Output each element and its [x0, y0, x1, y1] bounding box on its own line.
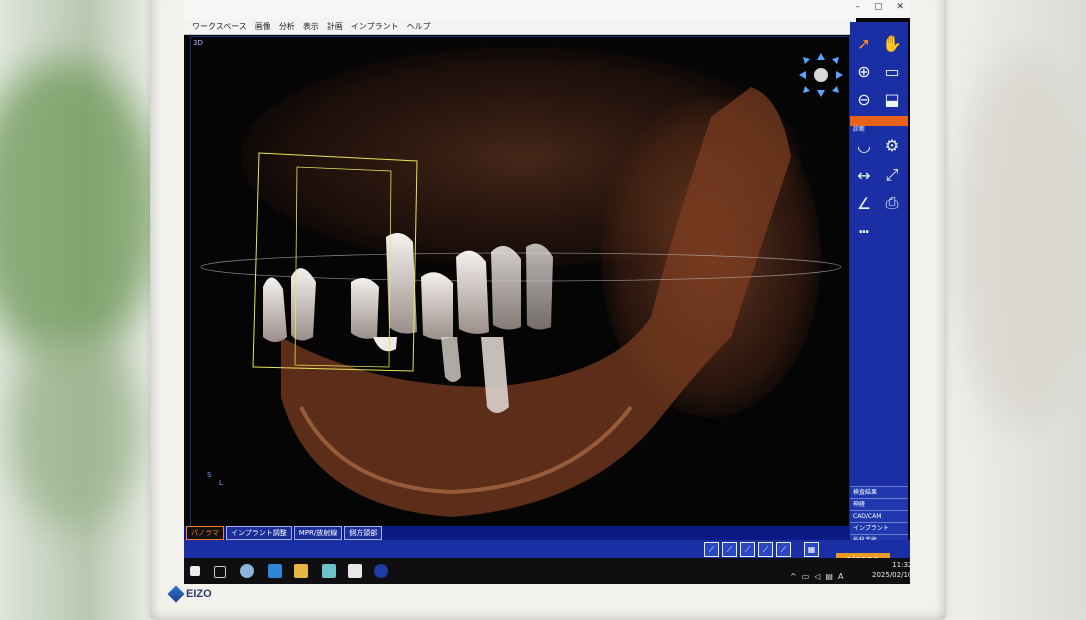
menu-plan[interactable]: 計画	[327, 21, 343, 32]
workflow-item-cadcam[interactable]: CAD/CAM	[850, 510, 908, 522]
volume-icon[interactable]: ◁	[814, 572, 820, 581]
view-top-icon[interactable]: ▭	[880, 60, 904, 82]
clock-time: 11:32	[892, 561, 910, 569]
taskbar-clock[interactable]: 11:32 2025/02/10	[872, 560, 910, 580]
monitor-brand-text: EIZO	[186, 588, 212, 600]
task-view-icon[interactable]	[214, 566, 226, 578]
eizo-logo-icon	[167, 585, 185, 603]
status-bar: ⟋ ⟋ ⟋ ⟋ ⟋ ▦	[184, 540, 910, 558]
active-app-icon[interactable]	[374, 564, 388, 578]
pan-hand-icon[interactable]: ✋	[880, 32, 904, 54]
tab-mpr-radiology[interactable]: MPR/放射線	[293, 526, 343, 540]
menu-bar: ワークスペース 画像 分析 表示 計画 インプラント ヘルプ	[184, 18, 856, 35]
rotate-downleft-icon[interactable]	[803, 86, 810, 93]
status-tool-6-icon[interactable]: ▦	[804, 542, 819, 557]
status-tool-5-icon[interactable]: ⟋	[776, 542, 791, 557]
background-blur-left-low	[10, 330, 140, 530]
3d-volume-render[interactable]	[191, 37, 849, 527]
background-blur-right	[955, 50, 1086, 430]
rotate-upleft-icon[interactable]	[803, 57, 810, 64]
rotate-up-icon[interactable]	[817, 53, 825, 60]
menu-workspace[interactable]: ワークスペース	[192, 21, 247, 32]
axis-s-label: S	[207, 471, 212, 479]
monitor-logo: EIZO	[167, 585, 212, 603]
keyboard-icon[interactable]: ▤	[825, 572, 833, 581]
status-tool-1-icon[interactable]: ⟋	[704, 542, 719, 557]
network-icon[interactable]: ▭	[802, 572, 810, 581]
maximize-icon[interactable]: ▢	[874, 2, 883, 12]
orientation-axes: S L	[207, 471, 223, 487]
windows-taskbar: ^ ▭ ◁ ▤ A 11:32 2025/02/10	[184, 558, 910, 584]
view-tabs: パノラマ インプラント調整 MPR/放射線 側方頭部	[184, 526, 850, 540]
3d-viewport[interactable]: 3D S L	[190, 36, 850, 528]
head-orientation-icon	[814, 68, 828, 82]
implant-tool-icon[interactable]: ⚙	[880, 134, 904, 156]
close-icon[interactable]: ✕	[896, 2, 904, 12]
diagnosis-section-label: 診断	[853, 126, 866, 133]
distance-measure-icon[interactable]: ↔	[852, 164, 876, 186]
background-blur-left	[0, 60, 160, 360]
zoom-in-icon[interactable]: ⊕	[852, 60, 876, 82]
workflow-item-implant[interactable]: インプラント	[850, 522, 908, 534]
angle-measure-icon[interactable]: ∠	[852, 192, 876, 214]
ime-indicator[interactable]: A	[838, 572, 843, 581]
start-icon[interactable]	[190, 566, 200, 576]
tab-implant-adjust[interactable]: インプラント調整	[226, 526, 292, 540]
tab-panorama[interactable]: パノラマ	[186, 526, 224, 540]
view-bottom-icon[interactable]: ⬓	[880, 88, 904, 110]
file-explorer-icon[interactable]	[294, 564, 308, 578]
curve-measure-icon[interactable]: ⤢	[880, 164, 904, 186]
rotate-down-icon[interactable]	[817, 90, 825, 97]
window-titlebar: – ▢ ✕	[184, 0, 910, 18]
zoom-out-icon[interactable]: ⊖	[852, 88, 876, 110]
menu-analysis[interactable]: 分析	[279, 21, 295, 32]
status-tool-3-icon[interactable]: ⟋	[740, 542, 755, 557]
edge-browser-icon[interactable]	[240, 564, 254, 578]
clock-date: 2025/02/10	[872, 571, 910, 579]
rotate-left-icon[interactable]	[799, 71, 806, 79]
diagnosis-section-header: 診断	[850, 116, 908, 133]
rotate-upright-icon[interactable]	[832, 57, 839, 64]
rotate-right-icon[interactable]	[836, 71, 843, 79]
workflow-list: 検査結果 神経 CAD/CAM インプラント 外科手術	[850, 486, 908, 546]
workflow-item-nerve[interactable]: 神経	[850, 498, 908, 510]
ruler-icon[interactable]: ┅	[852, 220, 876, 242]
pointer-arrow-icon[interactable]: ➚	[852, 32, 876, 54]
window-controls: – ▢ ✕	[855, 2, 904, 12]
tray-chevron-icon[interactable]: ^	[790, 572, 797, 581]
rotate-downright-icon[interactable]	[832, 86, 839, 93]
minimize-icon[interactable]: –	[855, 2, 860, 12]
menu-help[interactable]: ヘルプ	[407, 21, 431, 32]
view-rotate-widget[interactable]	[797, 51, 845, 99]
axis-l-label: L	[219, 479, 223, 487]
screen: – ▢ ✕ ワークスペース 画像 分析 表示 計画 インプラント ヘルプ 3D	[184, 0, 910, 584]
status-tool-2-icon[interactable]: ⟋	[722, 542, 737, 557]
workflow-item-results[interactable]: 検査結果	[850, 486, 908, 498]
panoramic-curve-icon[interactable]: ◡	[852, 134, 876, 156]
tab-lateral-cephalo[interactable]: 側方頭部	[344, 526, 383, 540]
system-tray: ^ ▭ ◁ ▤ A	[790, 572, 843, 581]
menu-implant[interactable]: インプラント	[351, 21, 399, 32]
status-tool-4-icon[interactable]: ⟋	[758, 542, 773, 557]
app-icon[interactable]	[322, 564, 336, 578]
menu-image[interactable]: 画像	[255, 21, 271, 32]
mail-icon[interactable]	[268, 564, 282, 578]
print-icon[interactable]: ⎙	[880, 192, 904, 214]
menu-view[interactable]: 表示	[303, 21, 319, 32]
tool-panel: ➚ ✋ ⊕ ▭ ⊖ ⬓ 診断 ◡ ⚙ ↔ ⤢ ∠ ⎙ ┅	[850, 22, 908, 550]
dental-app-icon[interactable]	[348, 564, 362, 578]
